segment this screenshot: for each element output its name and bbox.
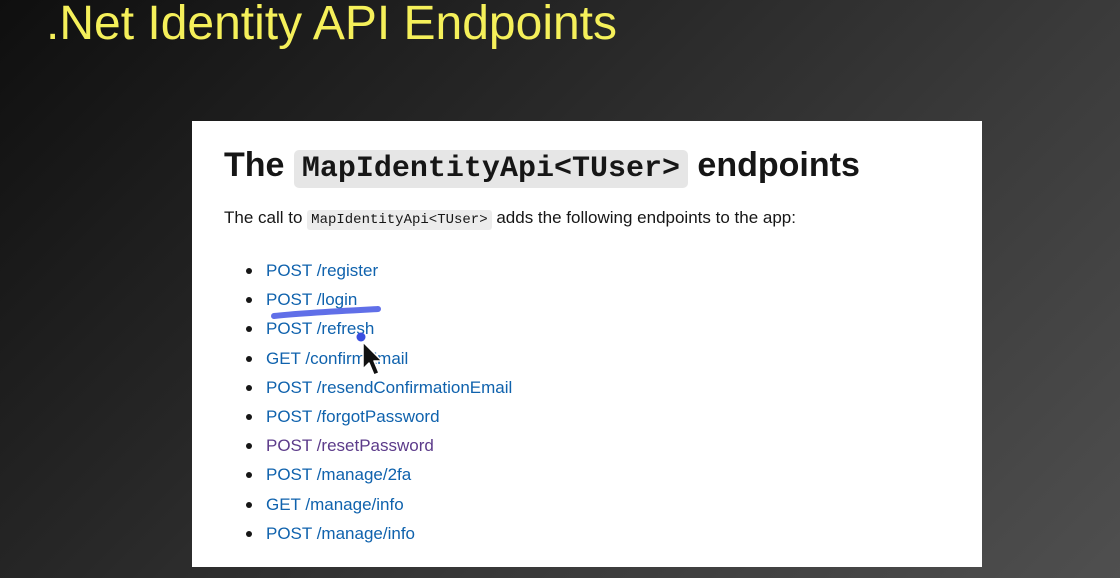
doc-heading-code: MapIdentityApi<TUser> [293, 150, 688, 188]
endpoint-link-post-manage-info[interactable]: POST /manage/info [266, 524, 415, 543]
endpoint-list: POST /register POST /login POST /refresh… [246, 256, 512, 548]
doc-intro-code: MapIdentityApi<TUser> [307, 210, 492, 230]
slide-title: .Net Identity API Endpoints [46, 0, 618, 50]
bullet-icon [246, 413, 252, 420]
endpoint-list-item: POST /manage/info [246, 519, 512, 548]
endpoint-link-manage-2fa[interactable]: POST /manage/2fa [266, 465, 411, 484]
doc-intro-suffix: adds the following endpoints to the app: [496, 208, 796, 227]
bullet-icon [246, 384, 252, 391]
bullet-icon [246, 297, 252, 304]
doc-intro: The call to MapIdentityApi<TUser> adds t… [224, 208, 796, 230]
endpoint-list-item: POST /manage/2fa [246, 460, 512, 489]
bullet-icon [246, 326, 252, 333]
endpoint-list-item: GET /manage/info [246, 490, 512, 519]
bullet-icon [246, 268, 252, 274]
endpoint-link-resend-confirmation-email[interactable]: POST /resendConfirmationEmail [266, 378, 512, 397]
bullet-icon [246, 501, 252, 508]
endpoint-list-item: POST /resendConfirmationEmail [246, 373, 512, 402]
doc-heading-prefix: The [224, 146, 285, 184]
doc-heading: The MapIdentityApi<TUser> endpoints [224, 141, 860, 193]
endpoint-list-item: POST /forgotPassword [246, 402, 512, 431]
endpoint-list-item: POST /register [246, 256, 512, 285]
endpoint-list-item: POST /refresh [246, 314, 512, 343]
doc-heading-suffix: endpoints [697, 146, 860, 184]
bullet-icon [246, 355, 252, 362]
endpoint-list-item: POST /resetPassword [246, 431, 512, 460]
endpoint-list-item: POST /login [246, 285, 512, 314]
bullet-icon [246, 472, 252, 479]
doc-intro-prefix: The call to [224, 208, 303, 227]
endpoint-list-item: GET /confirmEmail [246, 344, 512, 373]
endpoint-link-reset-password[interactable]: POST /resetPassword [266, 436, 434, 455]
endpoint-link-forgot-password[interactable]: POST /forgotPassword [266, 407, 440, 426]
endpoint-link-confirm-email[interactable]: GET /confirmEmail [266, 349, 408, 368]
endpoint-link-register[interactable]: POST /register [266, 261, 378, 280]
bullet-icon [246, 530, 252, 537]
bullet-icon [246, 443, 252, 450]
doc-screenshot-panel: The MapIdentityApi<TUser> endpoints The … [192, 121, 982, 567]
endpoint-link-get-manage-info[interactable]: GET /manage/info [266, 495, 404, 514]
endpoint-link-refresh[interactable]: POST /refresh [266, 319, 374, 338]
endpoint-link-login[interactable]: POST /login [266, 290, 357, 309]
